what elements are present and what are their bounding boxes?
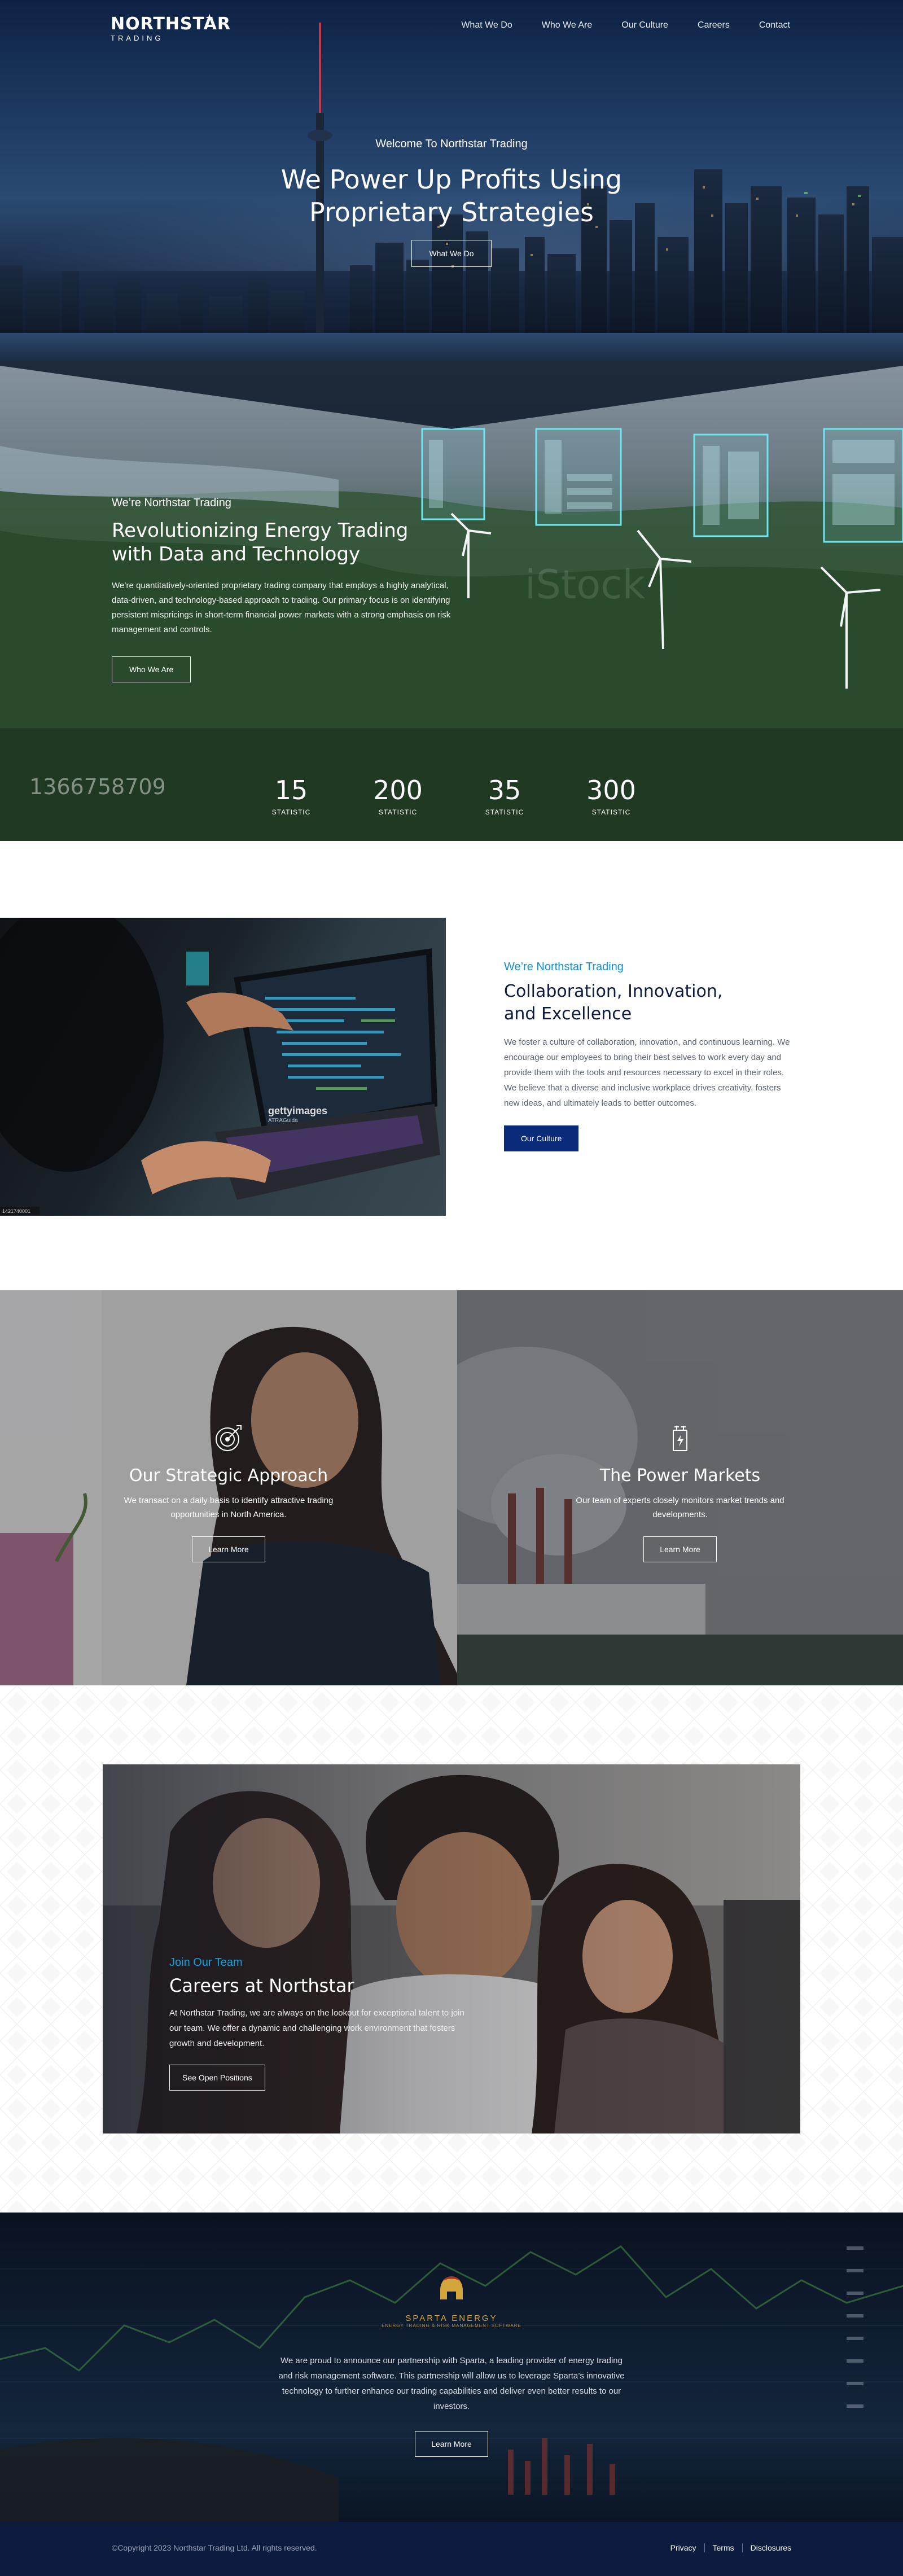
hero-content: Welcome To Northstar Trading We Power Up…	[0, 138, 903, 267]
stat-item: 300 STATISTIC	[572, 777, 651, 816]
stat-value: 300	[586, 775, 636, 805]
stat-value: 35	[488, 775, 521, 805]
hero-section: NORTHSTAR TRADING What We Do Who We Are …	[0, 0, 903, 361]
sparta-logo-subtitle: ENERGY TRADING & RISK MANAGEMENT SOFTWAR…	[382, 2323, 521, 2328]
sparta-content: SPARTA ENERGY ENERGY TRADING & RISK MANA…	[0, 2273, 903, 2457]
feature-tiles: Our Strategic Approach We transact on a …	[0, 1290, 903, 1685]
target-icon	[216, 1425, 242, 1451]
footer-link-terms[interactable]: Terms	[704, 2543, 742, 2552]
careers-section: Join Our Team Careers at Northstar At No…	[0, 1685, 903, 2213]
strategic-approach-content: Our Strategic Approach We transact on a …	[0, 1423, 457, 1562]
who-we-are-button[interactable]: Who We Are	[112, 656, 191, 682]
stat-label: STATISTIC	[378, 808, 418, 816]
statistics-row: 15 STATISTIC 200 STATISTIC 35 STATISTIC …	[0, 777, 903, 822]
power-markets-content: The Power Markets Our team of experts cl…	[457, 1423, 903, 1562]
stat-item: 15 STATISTIC	[252, 777, 331, 816]
stat-value: 200	[373, 775, 423, 805]
power-markets-tile: The Power Markets Our team of experts cl…	[457, 1290, 903, 1685]
see-open-positions-button[interactable]: See Open Positions	[169, 2065, 265, 2091]
careers-card: Join Our Team Careers at Northstar At No…	[103, 1764, 800, 2133]
energy-eyebrow: We’re Northstar Trading	[112, 497, 231, 509]
getty-watermark: gettyimages	[268, 1105, 327, 1116]
culture-title-line-2: and Excellence	[504, 1004, 632, 1024]
culture-content: We’re Northstar Trading Collaboration, I…	[504, 961, 797, 1151]
footer-links: Privacy Terms Disclosures	[670, 2543, 791, 2552]
culture-title-line-1: Collaboration, Innovation,	[504, 982, 723, 1001]
sparta-learn-more-button[interactable]: Learn More	[415, 2431, 488, 2457]
coding-laptop-image: gettyimages ATRAGuida 1421740001	[0, 918, 446, 1216]
energy-title-line-1: Revolutionizing Energy Trading	[112, 519, 409, 542]
nav-link-careers[interactable]: Careers	[698, 20, 730, 30]
copyright-text: ©Copyright 2023 Northstar Trading Ltd. A…	[112, 2543, 317, 2552]
energy-section: iStock We’re Northstar Trading Revolutio…	[0, 361, 903, 841]
energy-content: We’re Northstar Trading Revolutionizing …	[112, 497, 462, 682]
power-markets-title: The Power Markets	[599, 1466, 761, 1486]
energy-body: We’re quantitatively-oriented proprietar…	[112, 581, 451, 634]
stat-item: 200 STATISTIC	[358, 777, 437, 816]
logo-subtitle: TRADING	[111, 34, 164, 42]
culture-eyebrow: We’re Northstar Trading	[504, 961, 624, 973]
hero-title: We Power Up Profits Using Proprietary St…	[0, 163, 903, 229]
careers-eyebrow: Join Our Team	[169, 1956, 243, 1969]
footer-link-disclosures[interactable]: Disclosures	[742, 2543, 791, 2552]
hero-eyebrow: Welcome To Northstar Trading	[375, 138, 528, 150]
power-markets-body: Our team of experts closely monitors mar…	[576, 1496, 784, 1519]
spartan-helmet-icon	[440, 2276, 463, 2301]
our-culture-button[interactable]: Our Culture	[504, 1125, 579, 1151]
strategic-approach-learn-more-button[interactable]: Learn More	[192, 1536, 265, 1562]
stat-label: STATISTIC	[485, 808, 524, 816]
photo-id: 1421740001	[2, 1208, 30, 1214]
sparta-partnership-section: SPARTA ENERGY ENERGY TRADING & RISK MANA…	[0, 2213, 903, 2522]
stat-item: 35 STATISTIC	[465, 777, 544, 816]
laptop-illustration: gettyimages ATRAGuida 1421740001	[0, 918, 440, 1215]
power-tower-icon	[673, 1426, 687, 1451]
energy-title: Revolutionizing Energy Trading with Data…	[112, 519, 462, 566]
nav-link-who-we-are[interactable]: Who We Are	[542, 20, 593, 30]
stat-value: 15	[274, 775, 308, 805]
careers-content: Join Our Team Careers at Northstar At No…	[169, 1956, 474, 2091]
power-markets-learn-more-button[interactable]: Learn More	[643, 1536, 717, 1562]
photo-credit: ATRAGuida	[268, 1118, 298, 1124]
strategic-approach-body: We transact on a daily basis to identify…	[124, 1496, 334, 1519]
culture-body: We foster a culture of collaboration, in…	[504, 1037, 790, 1108]
section-divider	[0, 361, 903, 429]
hero-title-line-2: Proprietary Strategies	[309, 197, 594, 227]
main-menu: What We Do Who We Are Our Culture Career…	[432, 20, 790, 30]
northstar-logo[interactable]: NORTHSTAR TRADING	[111, 14, 231, 42]
stat-label: STATISTIC	[591, 808, 631, 816]
svg-text:iStock: iStock	[525, 562, 646, 608]
strategic-approach-title: Our Strategic Approach	[129, 1466, 328, 1486]
culture-title: Collaboration, Innovation, and Excellenc…	[504, 980, 797, 1026]
footer: ©Copyright 2023 Northstar Trading Ltd. A…	[0, 2522, 903, 2576]
energy-title-line-2: with Data and Technology	[112, 543, 361, 566]
what-we-do-button[interactable]: What We Do	[411, 240, 492, 267]
star-icon	[205, 14, 213, 21]
sparta-logo-text: SPARTA ENERGY	[405, 2314, 498, 2323]
hero-title-line-1: We Power Up Profits Using	[280, 164, 623, 195]
footer-link-privacy[interactable]: Privacy	[670, 2543, 704, 2552]
careers-body: At Northstar Trading, we are always on t…	[169, 2008, 464, 2048]
nav-link-what-we-do[interactable]: What We Do	[461, 20, 512, 30]
strategic-approach-tile: Our Strategic Approach We transact on a …	[0, 1290, 457, 1685]
stat-label: STATISTIC	[271, 808, 311, 816]
careers-title: Careers at Northstar	[169, 1975, 354, 1996]
culture-section: gettyimages ATRAGuida 1421740001 We’re N…	[0, 841, 903, 1290]
nav-link-contact[interactable]: Contact	[759, 20, 790, 30]
sparta-body: We are proud to announce our partnership…	[278, 2356, 625, 2411]
nav-link-our-culture[interactable]: Our Culture	[621, 20, 668, 30]
top-navigation: NORTHSTAR TRADING What We Do Who We Are …	[0, 0, 903, 54]
